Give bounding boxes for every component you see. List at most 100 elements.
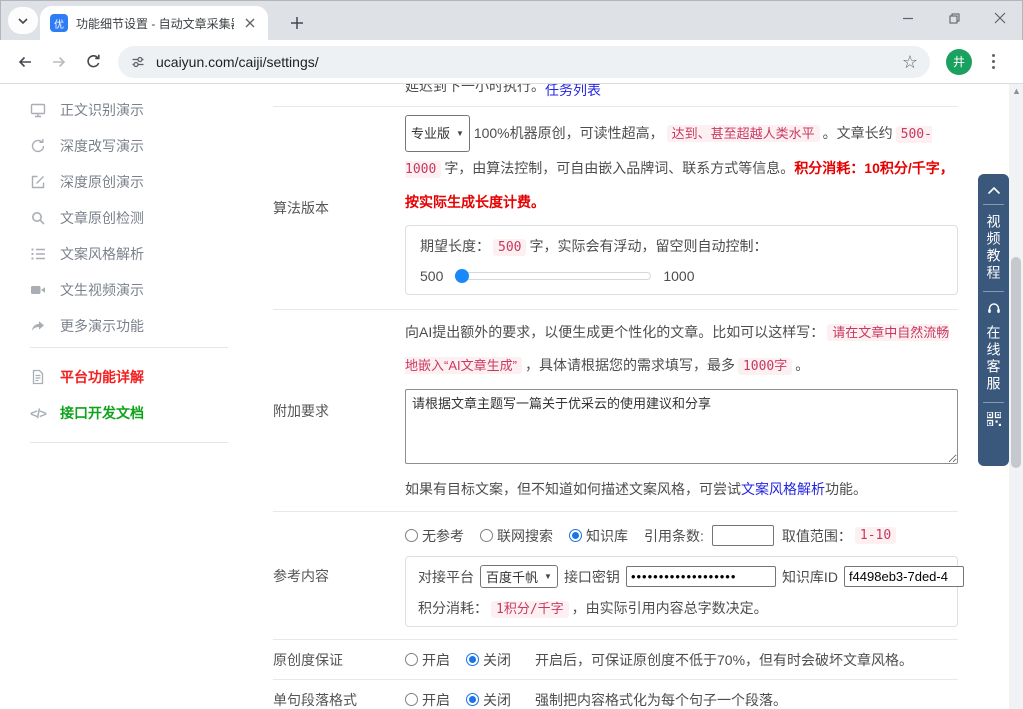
slider-thumb[interactable] bbox=[455, 269, 469, 283]
reload-icon bbox=[85, 53, 102, 70]
highlight-max-chars: 1000字 bbox=[738, 358, 792, 375]
chevron-up-icon bbox=[987, 186, 1001, 195]
quote-count-label: 引用条数: bbox=[644, 526, 704, 546]
back-button[interactable] bbox=[8, 45, 42, 79]
style-analysis-note: 如果有目标文案，但不知道如何描述文案风格，可尝试文案风格解析功能。 bbox=[405, 479, 958, 499]
platform-label: 对接平台 bbox=[418, 567, 474, 587]
row-extra-requirements: 附加要求 向AI提出额外的要求，以便生成更个性化的文章。比如可以这样写：请在文章… bbox=[273, 310, 958, 512]
highlight-range: 1-10 bbox=[855, 527, 896, 544]
profile-avatar[interactable]: 井 bbox=[946, 49, 972, 75]
site-favicon: 优 bbox=[50, 14, 68, 32]
sidebar-link-platform-docs[interactable]: 平台功能详解 bbox=[30, 359, 228, 395]
reference-mode-radios: 无参考 联网搜索 知识库 引用条数: 取值范围：1-10 bbox=[405, 525, 958, 546]
scrolled-partial-row: 延迟到下一小时执行。任务列表 bbox=[273, 84, 958, 107]
algorithm-description: 专业版▼ 100%机器原创，可读性超高，达到、甚至超越人类水平。文章长约500-… bbox=[405, 115, 958, 219]
row-label: 参考内容 bbox=[273, 512, 405, 639]
qr-code-icon[interactable] bbox=[987, 412, 1001, 426]
reload-button[interactable] bbox=[76, 45, 110, 79]
sidebar-link-api-docs[interactable]: </> 接口开发文档 bbox=[30, 395, 228, 431]
page-content: 正文识别演示 深度改写演示 深度原创演示 文章原创检测 文案风格解析 文生视频演… bbox=[0, 84, 1023, 709]
extra-requirements-textarea[interactable]: 请根据文章主题写一篇关于优采云的使用建议和分享 bbox=[405, 389, 958, 464]
row-originality-guarantee: 原创度保证 开启 关闭 开启后，可保证原创度不低于70%，但有时会破坏文章风格。 bbox=[273, 640, 958, 680]
secret-label: 接口密钥 bbox=[564, 567, 620, 587]
api-secret-input[interactable] bbox=[626, 566, 776, 587]
tab-close-icon[interactable] bbox=[242, 15, 258, 31]
style-analysis-link[interactable]: 文案风格解析 bbox=[741, 481, 825, 497]
expected-length-line: 期望长度：500字，实际会有浮动，留空则自动控制： bbox=[420, 236, 943, 256]
browser-tab[interactable]: 优 功能细节设置 - 自动文章采集器 bbox=[40, 6, 268, 40]
radio-web-search[interactable] bbox=[480, 529, 493, 542]
toggle-description: 开启后，可保证原创度不低于70%，但有时会破坏文章风格。 bbox=[535, 650, 913, 670]
sidebar-item-more-demos[interactable]: 更多演示功能 bbox=[30, 308, 228, 344]
knowledge-base-id-input[interactable] bbox=[844, 566, 964, 587]
video-tutorial-button[interactable]: 视频教程 bbox=[987, 214, 1001, 282]
row-label: 算法版本 bbox=[273, 107, 405, 309]
back-icon bbox=[16, 53, 34, 71]
row-single-sentence-paragraph: 单句段落格式 开启 关闭 强制把内容格式化为每个句子一个段落。 bbox=[273, 680, 958, 709]
headset-icon[interactable] bbox=[986, 301, 1002, 316]
online-service-button[interactable]: 在线客服 bbox=[987, 325, 1001, 393]
video-camera-icon bbox=[30, 282, 46, 298]
sidebar-item-text-to-video[interactable]: 文生视频演示 bbox=[30, 272, 228, 308]
restore-icon bbox=[948, 12, 961, 25]
quote-count-input[interactable] bbox=[712, 525, 774, 546]
highlight-quality: 达到、甚至超越人类水平 bbox=[667, 125, 820, 142]
page-scrollbar[interactable]: ▲ bbox=[1009, 84, 1023, 709]
forward-button[interactable] bbox=[42, 45, 76, 79]
select-arrow-icon: ▼ bbox=[544, 572, 552, 581]
row-label: 附加要求 bbox=[273, 310, 405, 511]
minimize-button[interactable] bbox=[885, 0, 931, 36]
row-reference-content: 参考内容 无参考 联网搜索 知识库 引用条数: 取值范围：1-10 对接平台 百… bbox=[273, 512, 958, 640]
plus-icon bbox=[290, 16, 304, 30]
sidebar: 正文识别演示 深度改写演示 深度原创演示 文章原创检测 文案风格解析 文生视频演… bbox=[30, 84, 228, 446]
tab-search-button[interactable] bbox=[8, 7, 38, 34]
toggle-description: 强制把内容格式化为每个句子一个段落。 bbox=[535, 690, 787, 709]
browser-menu-button[interactable] bbox=[978, 47, 1008, 77]
new-tab-button[interactable] bbox=[284, 10, 310, 36]
edit-icon bbox=[30, 174, 46, 190]
radio-no-reference[interactable] bbox=[405, 529, 418, 542]
code-icon: </> bbox=[30, 406, 46, 421]
ordered-list-icon bbox=[30, 246, 46, 262]
extra-description: 向AI提出额外的要求，以便生成更个性化的文章。比如可以这样写：请在文章中自然流畅… bbox=[405, 316, 958, 383]
share-arrow-icon bbox=[30, 318, 46, 334]
radio-originality-off[interactable] bbox=[466, 653, 479, 666]
sidebar-divider bbox=[30, 442, 228, 443]
knowledge-base-config-box: 对接平台 百度千帆▼ 接口密钥 知识库ID 积分消耗：1积分/千字，由实际引用内… bbox=[405, 556, 958, 627]
task-list-link[interactable]: 任务列表 bbox=[545, 84, 601, 98]
restore-button[interactable] bbox=[931, 0, 977, 36]
sidebar-item-deep-rewrite[interactable]: 深度改写演示 bbox=[30, 128, 228, 164]
close-icon bbox=[994, 12, 1006, 24]
sidebar-item-style-analysis[interactable]: 文案风格解析 bbox=[30, 236, 228, 272]
platform-select[interactable]: 百度千帆▼ bbox=[480, 565, 558, 588]
refresh-icon bbox=[30, 138, 46, 154]
range-label: 取值范围： bbox=[782, 526, 852, 546]
length-slider[interactable] bbox=[455, 272, 651, 280]
expected-length-box: 期望长度：500字，实际会有浮动，留空则自动控制： 500 1000 bbox=[405, 225, 958, 295]
reference-cost-note: 积分消耗：1积分/千字，由实际引用内容总字数决定。 bbox=[418, 598, 945, 618]
minimize-icon bbox=[902, 12, 914, 24]
url-text[interactable]: ucaiyun.com/caiji/settings/ bbox=[156, 54, 902, 70]
collapse-widget-button[interactable] bbox=[987, 186, 1001, 195]
radio-originality-on[interactable] bbox=[405, 653, 418, 666]
bookmark-star-icon[interactable]: ☆ bbox=[902, 53, 918, 71]
scrollbar-up-arrow[interactable]: ▲ bbox=[1012, 87, 1020, 95]
highlight-length-value: 500 bbox=[493, 239, 526, 256]
radio-paragraph-on[interactable] bbox=[405, 693, 418, 706]
site-settings-icon[interactable] bbox=[130, 54, 146, 70]
document-icon bbox=[30, 369, 46, 385]
radio-paragraph-off[interactable] bbox=[466, 693, 479, 706]
close-button[interactable] bbox=[977, 0, 1023, 36]
sidebar-item-originality-check[interactable]: 文章原创检测 bbox=[30, 200, 228, 236]
tab-title: 功能细节设置 - 自动文章采集器 bbox=[76, 15, 234, 32]
sidebar-item-deep-original[interactable]: 深度原创演示 bbox=[30, 164, 228, 200]
chevron-down-icon bbox=[17, 15, 29, 27]
address-bar[interactable]: ucaiyun.com/caiji/settings/ ☆ bbox=[118, 46, 930, 78]
radio-knowledge-base[interactable] bbox=[569, 529, 582, 542]
sidebar-item-content-recognition[interactable]: 正文识别演示 bbox=[30, 92, 228, 128]
sidebar-divider bbox=[30, 347, 228, 348]
algorithm-version-select[interactable]: 专业版▼ bbox=[405, 115, 470, 152]
floating-help-widget: 视频教程 在线客服 bbox=[978, 174, 1009, 466]
partial-text: 延迟到下一小时执行。 bbox=[405, 84, 545, 94]
scrollbar-thumb[interactable] bbox=[1011, 257, 1021, 468]
